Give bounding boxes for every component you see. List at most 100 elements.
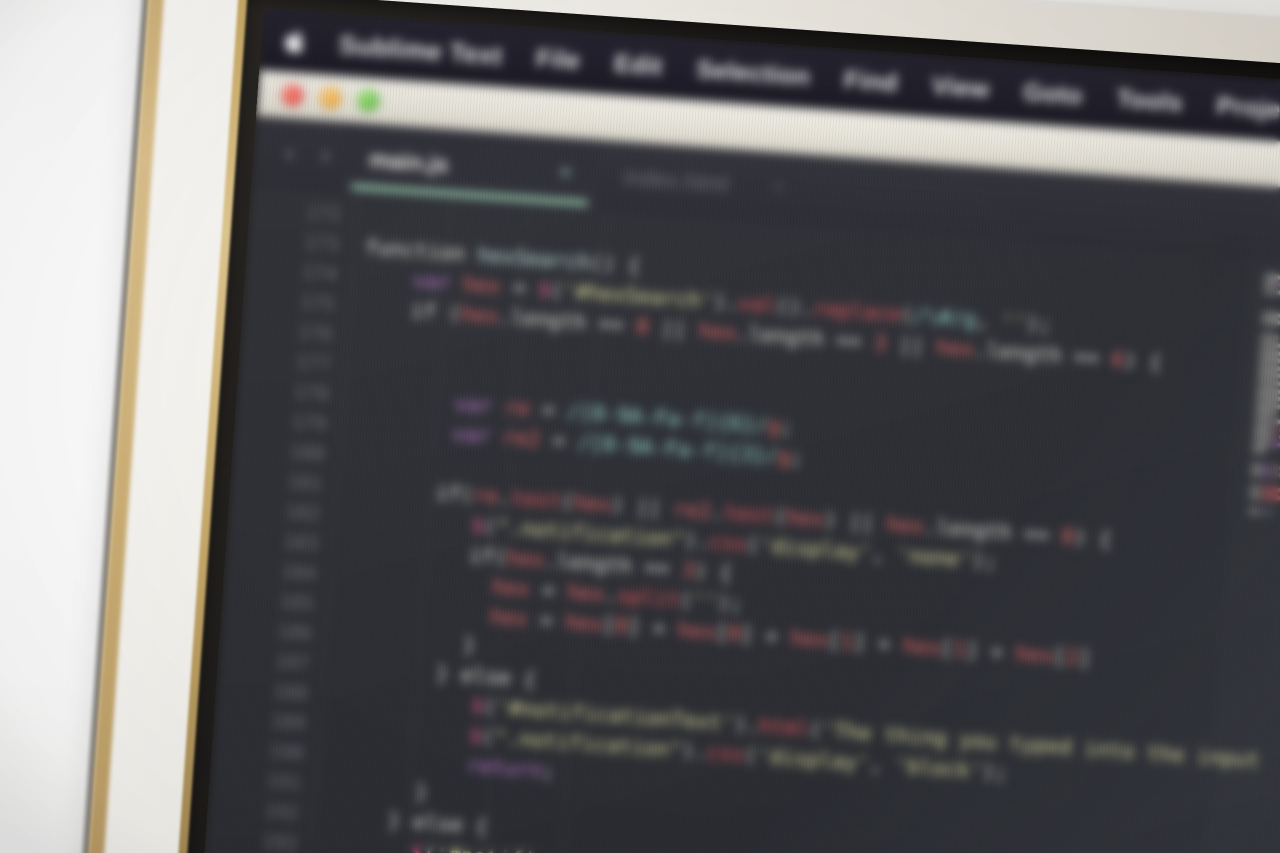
code-token: /\#/g — [912, 303, 978, 332]
code-token: hex — [697, 318, 738, 345]
code-token: ) { — [693, 558, 733, 586]
menu-item-sublime-text[interactable]: Sublime Text — [338, 29, 503, 71]
minimize-window-button[interactable] — [318, 86, 343, 110]
laptop-screen: Sublime Text File Edit Selection Find Vi… — [197, 8, 1280, 853]
code-token: (). — [775, 293, 815, 321]
code-token: ] + — [964, 637, 1017, 666]
minimap-line-segment — [1248, 509, 1259, 514]
code-token: ) { — [1123, 348, 1163, 375]
code-token: hex — [785, 504, 825, 532]
code-token: css — [708, 529, 748, 557]
apple-logo-icon[interactable] — [282, 26, 310, 58]
code-token: hex — [489, 604, 529, 631]
chevron-left-icon[interactable]: ‹ — [270, 135, 308, 171]
tab-close-icon[interactable]: × — [514, 156, 573, 186]
code-token: 'display' — [758, 533, 873, 565]
code-token: replace — [812, 296, 902, 327]
code-token: var — [453, 391, 494, 418]
tab-close-icon[interactable]: × — [727, 171, 786, 201]
code-token: , — [870, 540, 898, 567]
minimap-line-segment — [1262, 312, 1280, 318]
menu-item-selection[interactable]: Selection — [695, 55, 812, 92]
code-token: if — [435, 480, 462, 507]
minimap-line-segment — [1261, 494, 1280, 501]
minimap-line-segment — [1257, 387, 1280, 394]
code-token: 'none' — [896, 542, 973, 572]
minimap-line-segment — [1257, 380, 1280, 387]
code-token: ); — [971, 547, 998, 574]
menu-item-edit[interactable]: Edit — [613, 49, 663, 81]
menu-item-tools[interactable]: Tools — [1116, 84, 1184, 118]
code-token: ). — [733, 711, 761, 738]
chevron-right-icon[interactable]: › — [306, 138, 344, 174]
code-token: ] — [1077, 645, 1092, 671]
minimap-line-segment — [1251, 471, 1262, 476]
minimap-line-segment — [1272, 442, 1280, 448]
minimap-line-segment — [1259, 357, 1280, 364]
minimap-line-segment — [1253, 441, 1271, 447]
minimap-line-segment — [1258, 372, 1280, 379]
code-token: var — [451, 421, 492, 448]
code-token: re2 — [672, 496, 713, 524]
minimap-line-segment — [1256, 403, 1280, 409]
code-token: hex — [789, 625, 829, 652]
menu-item-goto[interactable]: Goto — [1022, 78, 1083, 111]
minimap-line-segment — [1251, 463, 1262, 469]
code-token: .length == — [497, 304, 638, 338]
code-token: 'display' — [756, 743, 871, 776]
code-token: if — [468, 542, 496, 569]
code-token: { — [510, 666, 537, 692]
code-token: = — [526, 607, 567, 634]
code-token: re2 — [501, 424, 542, 452]
minimap-line-segment — [1264, 281, 1275, 287]
code-token: { — [462, 813, 489, 839]
menu-item-file[interactable]: File — [535, 44, 581, 76]
code-token: hex — [491, 574, 531, 602]
code-token: hex — [462, 271, 502, 299]
menu-item-view[interactable]: View — [931, 71, 991, 104]
minimap-line-segment — [1262, 487, 1280, 493]
code-token: ] + — [739, 621, 792, 650]
code-token: , — [868, 751, 896, 777]
code-token: ); — [981, 759, 1009, 785]
code-token: ] + — [852, 629, 904, 658]
close-window-button[interactable] — [280, 83, 305, 108]
code-token: hex — [460, 301, 500, 329]
minimap-line-segment — [1255, 418, 1273, 424]
minimap-line-segment — [1256, 395, 1280, 402]
minimap-line-segment — [1274, 419, 1280, 425]
code-token: '' — [1000, 309, 1028, 336]
code-token: hex — [885, 511, 925, 539]
minimap-line-segment — [1276, 290, 1280, 295]
code-token: split — [616, 583, 681, 612]
code-token: , — [975, 307, 1003, 334]
code-token: re — [472, 482, 500, 509]
menu-item-project[interactable]: Project — [1216, 91, 1280, 126]
code-token: css — [706, 739, 746, 767]
code-editor[interactable]: 172 173 function hexSearch() {174 var hex … — [197, 185, 1280, 853]
code-token: ] + — [627, 614, 679, 642]
tab-label: index.html — [622, 163, 730, 197]
minimap-line-segment — [1264, 289, 1274, 295]
code-token: () { — [589, 250, 642, 278]
code-text-area[interactable]: 172 173 function hexSearch() {174 var hex … — [198, 186, 1280, 853]
code-token: hex — [572, 489, 613, 517]
minimap-line-segment — [1258, 365, 1280, 372]
code-token: test — [722, 500, 775, 528]
code-token: else — [412, 809, 464, 837]
code-token: } — [326, 773, 429, 805]
code-token: var — [412, 268, 452, 295]
photograph-stage: Sublime Text File Edit Selection Find Vi… — [0, 0, 1280, 853]
menu-item-find[interactable]: Find — [843, 65, 899, 98]
minimap-line-segment — [1260, 342, 1280, 349]
code-token: else — [460, 662, 512, 690]
code-token: '' — [691, 588, 719, 615]
code-token: hex — [902, 633, 942, 660]
maximize-window-button[interactable] — [356, 88, 381, 113]
code-token: hex — [935, 334, 975, 362]
